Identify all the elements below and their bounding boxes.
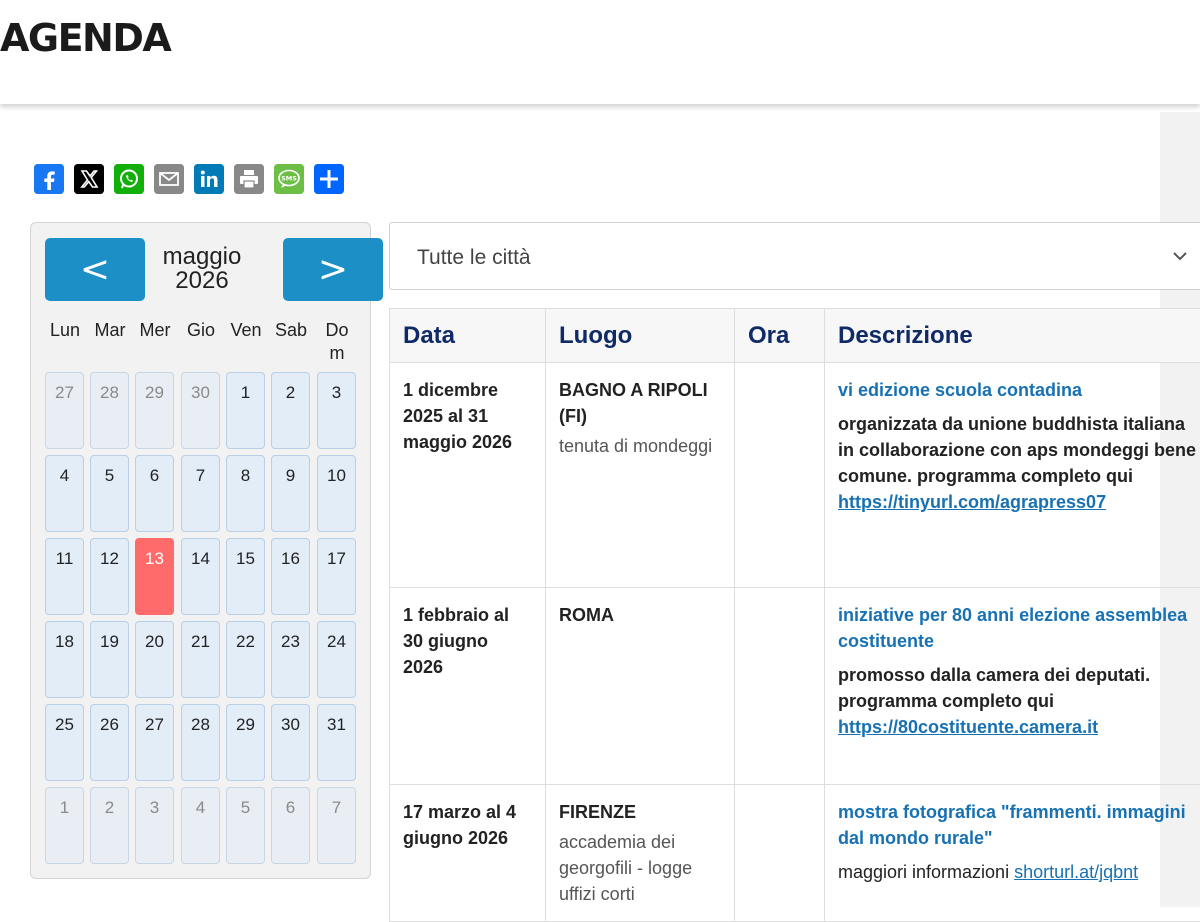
calendar-day[interactable]: 26 [90,704,129,781]
calendar-day[interactable]: 22 [226,621,265,698]
calendar-day[interactable]: 29 [135,372,174,449]
weekday-label: Sab [269,319,313,342]
events-table: Data Luogo Ora Descrizione 1 dicembre 20… [389,308,1200,922]
calendar-day[interactable]: 16 [271,538,310,615]
weekday-label: Mer [133,319,177,342]
calendar-day[interactable]: 27 [45,372,84,449]
event-title[interactable]: iniziative per 80 anni elezione assemble… [838,602,1200,654]
calendar: < maggio 2026 > LunMarMerGioVenSabDo m27… [30,222,371,879]
calendar-day[interactable]: 20 [135,621,174,698]
event-link[interactable]: https://tinyurl.com/agrapress07 [838,492,1106,512]
calendar-day[interactable]: 28 [90,372,129,449]
calendar-day[interactable]: 18 [45,621,84,698]
calendar-month: maggio [151,245,253,269]
calendar-day[interactable]: 2 [90,787,129,864]
print-icon[interactable] [234,164,264,194]
calendar-day[interactable]: 4 [45,455,84,532]
email-icon[interactable] [154,164,184,194]
event-link[interactable]: shorturl.at/jqbnt [1014,862,1138,882]
svg-text:SMS: SMS [281,175,297,183]
whatsapp-icon[interactable] [114,164,144,194]
calendar-day[interactable]: 11 [45,538,84,615]
calendar-day[interactable]: 2 [271,372,310,449]
calendar-day[interactable]: 8 [226,455,265,532]
calendar-day[interactable]: 27 [135,704,174,781]
event-venue: tenuta di mondeggi [559,433,721,459]
event-title[interactable]: vi edizione scuola contadina [838,377,1200,403]
table-row: 1 dicembre 2025 al 31 maggio 2026 BAGNO … [390,363,1200,588]
calendar-day[interactable]: 15 [226,538,265,615]
event-description: maggiori informazioni [838,862,1009,882]
event-date: 1 febbraio al 30 giugno 2026 [403,602,532,680]
calendar-day[interactable]: 25 [45,704,84,781]
calendar-day[interactable]: 4 [181,787,220,864]
x-icon[interactable] [74,164,104,194]
facebook-icon[interactable] [34,164,64,194]
event-title[interactable]: mostra fotografica "frammenti. immagini … [838,799,1200,851]
prev-month-button[interactable]: < [45,238,145,301]
event-city: BAGNO A RIPOLI (FI) [559,377,721,429]
column-header-data: Data [390,309,546,363]
column-header-luogo: Luogo [546,309,735,363]
calendar-day[interactable]: 24 [317,621,356,698]
calendar-month-label: maggio 2026 [151,245,253,293]
share-bar: SMS [34,164,344,194]
calendar-day[interactable]: 28 [181,704,220,781]
event-description: promosso dalla camera dei deputati. prog… [838,662,1200,714]
calendar-day[interactable]: 6 [271,787,310,864]
weekday-label: Gio [179,319,223,342]
calendar-day[interactable]: 9 [271,455,310,532]
calendar-day[interactable]: 23 [271,621,310,698]
sms-icon[interactable]: SMS [274,164,304,194]
calendar-day[interactable]: 21 [181,621,220,698]
calendar-day[interactable]: 30 [271,704,310,781]
calendar-day[interactable]: 1 [45,787,84,864]
table-row: 1 febbraio al 30 giugno 2026 ROMA inizia… [390,588,1200,785]
event-date: 1 dicembre 2025 al 31 maggio 2026 [403,377,532,455]
weekday-label: Mar [88,319,132,342]
calendar-day[interactable]: 14 [181,538,220,615]
calendar-day[interactable]: 17 [317,538,356,615]
page-title: AGENDA [0,16,170,60]
calendar-day[interactable]: 1 [226,372,265,449]
weekday-label: Ven [224,319,268,342]
calendar-year: 2026 [151,269,253,293]
page-header: AGENDA [0,0,1200,104]
calendar-day[interactable]: 12 [90,538,129,615]
column-header-descrizione: Descrizione [825,309,1200,363]
calendar-day[interactable]: 7 [181,455,220,532]
linkedin-icon[interactable] [194,164,224,194]
calendar-day[interactable]: 31 [317,704,356,781]
calendar-day[interactable]: 30 [181,372,220,449]
next-month-button[interactable]: > [283,238,383,301]
event-date: 17 marzo al 4 giugno 2026 [403,799,532,851]
table-header-row: Data Luogo Ora Descrizione [390,309,1200,363]
weekday-label: Do m [315,319,359,365]
calendar-day[interactable]: 5 [90,455,129,532]
calendar-day[interactable]: 3 [317,372,356,449]
calendar-day[interactable]: 10 [317,455,356,532]
share-icon[interactable] [314,164,344,194]
table-row: 17 marzo al 4 giugno 2026 FIRENZE accade… [390,785,1200,922]
calendar-day[interactable]: 5 [226,787,265,864]
calendar-day[interactable]: 19 [90,621,129,698]
calendar-day[interactable]: 7 [317,787,356,864]
city-select-value: Tutte le città [417,246,531,270]
event-city: FIRENZE [559,799,721,825]
city-select[interactable]: Tutte le città [389,222,1200,290]
column-header-ora: Ora [735,309,825,363]
chevron-down-icon [1172,247,1188,266]
event-description: organizzata da unione buddhista italiana… [838,411,1200,489]
event-city: ROMA [559,602,721,628]
event-link[interactable]: https://80costituente.camera.it [838,717,1098,737]
calendar-day[interactable]: 13 [135,538,174,615]
calendar-day[interactable]: 6 [135,455,174,532]
calendar-day[interactable]: 29 [226,704,265,781]
event-venue: accademia dei georgofili - logge uffizi … [559,829,721,907]
weekday-label: Lun [43,319,87,342]
calendar-day[interactable]: 3 [135,787,174,864]
